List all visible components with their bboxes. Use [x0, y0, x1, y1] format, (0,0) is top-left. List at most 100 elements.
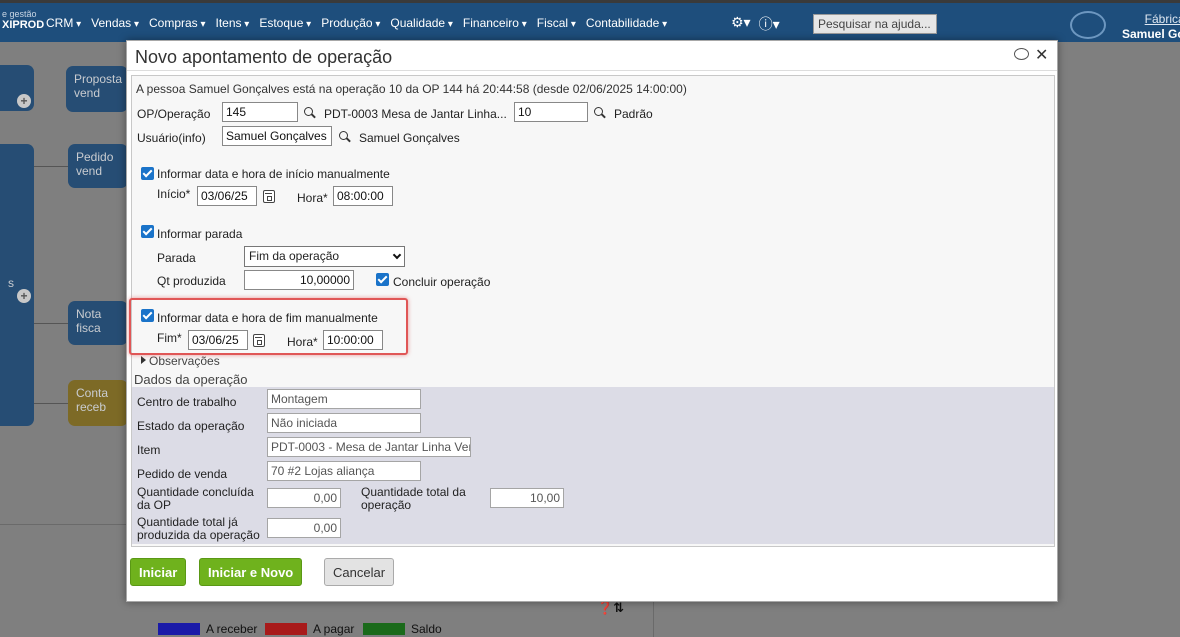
qty-done-label: Quantidade concluída da OP: [137, 486, 254, 512]
legend-label: A receber: [206, 622, 258, 636]
start-manual-label: Informar data e hora de início manualmen…: [157, 167, 390, 181]
conclude-operation-label: Concluir operação: [393, 275, 491, 289]
qty-total-label-line1: Quantidade total da: [361, 485, 466, 499]
menu-crm[interactable]: CRM: [46, 16, 81, 30]
bg-node-left-main: s: [0, 144, 34, 426]
bg-help-icon[interactable]: ❓⇅: [597, 600, 624, 616]
qt-produced-input[interactable]: 10,00000: [244, 270, 354, 290]
bg-connector-3: [34, 403, 68, 404]
new-operation-entry-dialog: Novo apontamento de operação ✕ A pessoa …: [126, 40, 1058, 602]
work-center-label: Centro de trabalho: [137, 395, 237, 409]
help-icon[interactable]: ⓘ▾: [759, 14, 780, 34]
parada-label: Parada: [157, 251, 196, 265]
menu-financeiro[interactable]: Financeiro: [463, 16, 527, 30]
op-state-field: Não iniciada: [267, 413, 421, 433]
qty-produced-label: Quantidade total já produzida da operaçã…: [137, 516, 260, 542]
menu-compras[interactable]: Compras: [149, 16, 206, 30]
calendar-icon[interactable]: [263, 190, 275, 203]
legend-a-receber: A receber: [158, 622, 257, 636]
help-search-input[interactable]: Pesquisar na ajuda...: [813, 14, 937, 34]
brand-subtitle: e gestão: [2, 9, 37, 19]
section-title: Dados da operação: [134, 372, 248, 387]
op-label: OP/Operação: [137, 107, 211, 121]
qty-done-label-line1: Quantidade concluída: [137, 485, 254, 499]
bg-node-conta: Conta receb: [68, 380, 128, 426]
user-label: Usuário(info): [137, 131, 206, 145]
dialog-body: A pessoa Samuel Gonçalves está na operaç…: [131, 75, 1055, 547]
bg-connector: [34, 166, 68, 167]
start-manual-checkbox[interactable]: [141, 167, 154, 180]
observations-toggle[interactable]: Observações: [149, 354, 220, 368]
op-input[interactable]: 145: [222, 102, 298, 122]
parada-select[interactable]: Fim da operação: [244, 246, 405, 267]
bg-divider-2: [653, 602, 654, 637]
user-info[interactable]: Fábrica Samuel Go: [1122, 12, 1180, 42]
conclude-operation-checkbox[interactable]: [376, 273, 389, 286]
search-icon[interactable]: [304, 107, 313, 116]
chat-icon[interactable]: [1070, 11, 1106, 39]
menu-fiscal[interactable]: Fiscal: [537, 16, 576, 30]
user-input[interactable]: Samuel Gonçalves: [222, 126, 332, 146]
bg-add-icon-2: +: [17, 289, 31, 303]
menu-qualidade[interactable]: Qualidade: [390, 16, 453, 30]
item-field: PDT-0003 - Mesa de Jantar Linha Ven: [267, 437, 471, 457]
start-hour-label: Hora*: [297, 191, 328, 205]
start-hour-input[interactable]: 08:00:00: [333, 186, 393, 206]
company-link[interactable]: Fábrica: [1145, 12, 1180, 26]
start-date-label: Início*: [157, 187, 191, 201]
menu-producao[interactable]: Produção: [321, 16, 380, 30]
end-hour-input[interactable]: 10:00:00: [323, 330, 383, 350]
brand-logo[interactable]: e gestão XIPROD: [2, 9, 44, 31]
menu-itens[interactable]: Itens: [216, 16, 250, 30]
work-center-field: Montagem: [267, 389, 421, 409]
dialog-header: Novo apontamento de operação ✕: [127, 41, 1057, 71]
legend-swatch-blue: [158, 623, 200, 635]
legend-label: Saldo: [411, 622, 442, 636]
calendar-icon[interactable]: [253, 334, 265, 347]
qty-done-label-line2: da OP: [137, 498, 172, 512]
stop-checkbox[interactable]: [141, 225, 154, 238]
main-menu: CRM Vendas Compras Itens Estoque Produçã…: [46, 16, 667, 30]
operation-input[interactable]: 10: [514, 102, 588, 122]
gear-icon[interactable]: ⚙▾: [731, 14, 751, 34]
start-date-input[interactable]: 03/06/25: [197, 186, 257, 206]
end-hour-label: Hora*: [287, 335, 318, 349]
operation-data-block: Centro de trabalho Montagem Estado da op…: [132, 387, 1054, 544]
end-date-label: Fim*: [157, 331, 182, 345]
menu-vendas[interactable]: Vendas: [91, 16, 139, 30]
sales-order-label: Pedido de venda: [137, 467, 228, 481]
cancel-button[interactable]: Cancelar: [324, 558, 395, 586]
start-button[interactable]: Iniciar: [130, 558, 187, 586]
op-state-label: Estado da operação: [137, 419, 245, 433]
end-date-input[interactable]: 03/06/25: [188, 330, 248, 350]
menu-contabilidade[interactable]: Contabilidade: [586, 16, 667, 30]
stop-label: Informar parada: [157, 227, 243, 241]
brand-name: XIPROD: [2, 19, 45, 31]
bg-node-proposta: Proposta vend: [66, 66, 128, 112]
legend-swatch-red: [265, 623, 307, 635]
comment-icon[interactable]: [1014, 48, 1029, 60]
legend-label: A pagar: [313, 622, 355, 636]
qty-produced-label-line2: produzida da operação: [137, 528, 260, 542]
chevron-down-icon: [392, 250, 402, 260]
qty-total-label-line2: operação: [361, 498, 412, 512]
operation-status-info: A pessoa Samuel Gonçalves está na operaç…: [136, 82, 687, 96]
operation-description: Padrão: [614, 107, 653, 121]
bg-node-pedido: Pedido vend: [68, 144, 128, 188]
menu-estoque[interactable]: Estoque: [259, 16, 311, 30]
qt-produced-label: Qt produzida: [157, 274, 226, 288]
user-description: Samuel Gonçalves: [359, 131, 460, 145]
search-icon[interactable]: [594, 107, 603, 116]
qty-produced-label-line1: Quantidade total já: [137, 515, 238, 529]
expand-triangle-icon[interactable]: [141, 356, 146, 364]
parada-selected-value: Fim da operação: [249, 249, 340, 263]
op-item-description: PDT-0003 Mesa de Jantar Linha...: [324, 107, 507, 121]
close-icon[interactable]: ✕: [1035, 45, 1048, 65]
qty-total-field: 10,00: [490, 488, 564, 508]
bg-node-nota: Nota fisca: [68, 301, 128, 345]
qty-total-label: Quantidade total da operação: [361, 486, 466, 512]
end-manual-checkbox[interactable]: [141, 309, 154, 322]
search-icon[interactable]: [339, 131, 348, 140]
legend-saldo: Saldo: [363, 622, 442, 636]
start-and-new-button[interactable]: Iniciar e Novo: [199, 558, 303, 586]
